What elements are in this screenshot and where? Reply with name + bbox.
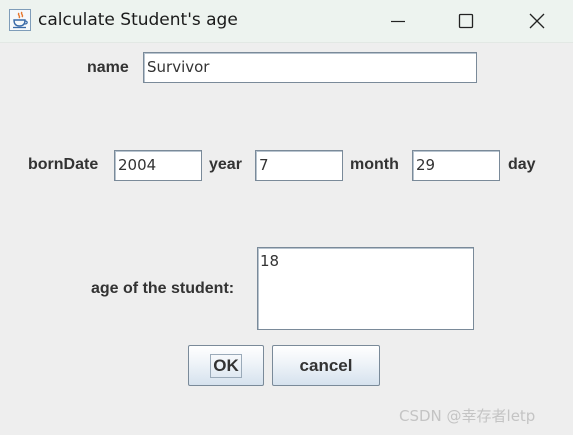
window-title: calculate Student's age [38, 10, 238, 30]
age-label: age of the student: [91, 280, 235, 297]
month-label: month [350, 156, 399, 173]
close-icon [528, 12, 546, 30]
ok-button[interactable]: OK [188, 345, 264, 386]
close-button[interactable] [507, 0, 567, 42]
maximize-icon [458, 13, 474, 29]
minimize-icon [390, 13, 406, 29]
month-input[interactable]: 7 [255, 150, 343, 181]
ok-button-label: OK [210, 353, 242, 378]
year-input[interactable]: 2004 [114, 150, 202, 181]
maximize-button[interactable] [436, 0, 496, 42]
name-input[interactable]: Survivor [143, 52, 477, 83]
watermark-text: CSDN @幸存者letp [399, 407, 536, 425]
age-result-textarea[interactable]: 18 [257, 247, 474, 330]
app-window: calculate Student's age name Survivor bo… [0, 0, 573, 435]
day-input[interactable]: 29 [412, 150, 500, 181]
day-label: day [508, 156, 536, 173]
cancel-button-label: cancel [299, 355, 353, 375]
name-label: name [87, 59, 129, 76]
year-label: year [209, 156, 242, 173]
minimize-button[interactable] [368, 0, 428, 42]
title-bar[interactable]: calculate Student's age [0, 0, 573, 43]
java-coffee-cup-icon [9, 9, 31, 31]
cancel-button[interactable]: cancel [272, 345, 380, 386]
borndate-label: bornDate [28, 156, 99, 173]
